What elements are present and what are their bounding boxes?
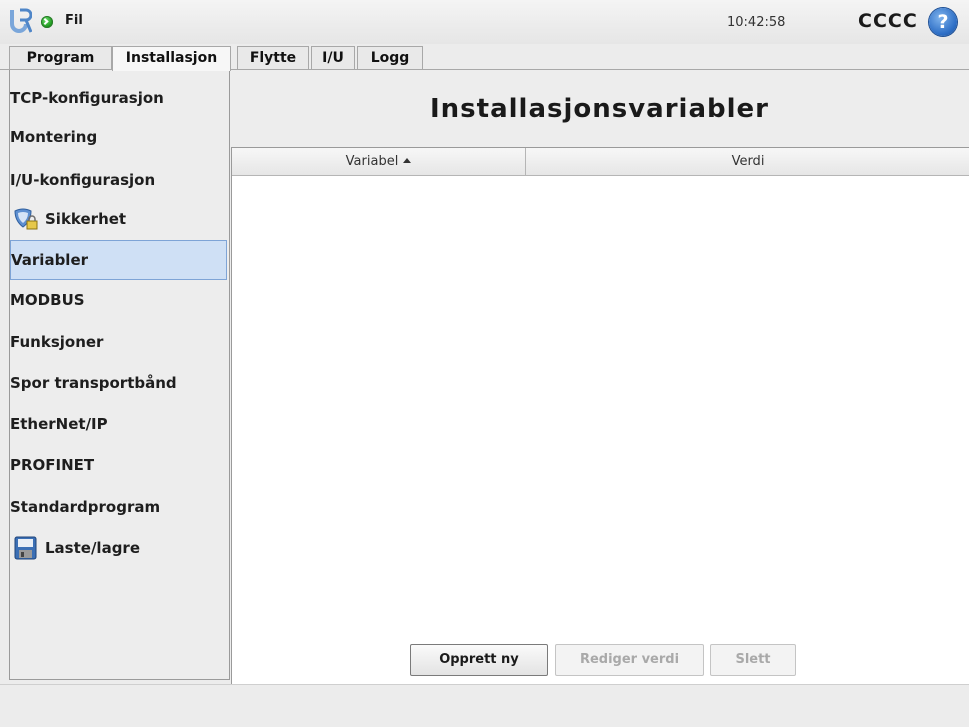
sidebar-item-label: Standardprogram bbox=[10, 498, 161, 516]
ur-logo-icon bbox=[10, 8, 32, 33]
table-header: Variabel Verdi bbox=[232, 148, 969, 176]
floppy-disk-icon bbox=[14, 536, 37, 560]
page-title: Installasjonsvariabler bbox=[430, 94, 769, 124]
sidebar-item-label: Variabler bbox=[11, 251, 89, 269]
sidebar-item-ethernet-ip[interactable]: EtherNet/IP bbox=[10, 406, 227, 442]
create-new-button[interactable]: Opprett ny bbox=[410, 644, 548, 676]
delete-button[interactable]: Slett bbox=[710, 644, 796, 676]
sidebar-item-mounting[interactable]: Montering bbox=[10, 119, 227, 155]
bottom-bar bbox=[0, 684, 969, 727]
action-buttons: Opprett ny Rediger verdi Slett bbox=[230, 644, 969, 680]
sidebar-item-load-save[interactable]: Laste/lagre bbox=[10, 530, 227, 566]
clock: 10:42:58 bbox=[727, 15, 786, 30]
sidebar-item-conveyor-tracking[interactable]: Spor transportbånd bbox=[10, 365, 227, 401]
main-panel: Installasjonsvariabler Variabel Verdi Op… bbox=[230, 70, 969, 709]
sidebar-item-label: PROFINET bbox=[10, 456, 95, 474]
sidebar-item-label: Sikkerhet bbox=[45, 210, 127, 228]
column-header-value[interactable]: Verdi bbox=[526, 148, 969, 175]
sidebar-item-profinet[interactable]: PROFINET bbox=[10, 447, 227, 483]
sidebar-item-label: Montering bbox=[10, 128, 98, 146]
robot-name: CCCC bbox=[858, 10, 918, 32]
sidebar-item-label: I/U-konfigurasjon bbox=[10, 171, 156, 189]
help-icon[interactable]: ? bbox=[929, 8, 957, 36]
sidebar-item-label: EtherNet/IP bbox=[10, 415, 108, 433]
sidebar-item-safety[interactable]: Sikkerhet bbox=[10, 201, 227, 237]
variables-table[interactable]: Variabel Verdi bbox=[231, 147, 969, 709]
tab-program[interactable]: Program bbox=[9, 46, 112, 69]
sidebar-item-label: Funksjoner bbox=[10, 333, 104, 351]
sidebar-item-tcp[interactable]: TCP-konfigurasjon bbox=[10, 80, 227, 116]
file-menu[interactable]: Fil bbox=[65, 13, 83, 28]
sidebar-item-modbus[interactable]: MODBUS bbox=[10, 282, 227, 318]
tab-logg[interactable]: Logg bbox=[357, 46, 423, 69]
edit-value-button[interactable]: Rediger verdi bbox=[555, 644, 704, 676]
tab-installasjon[interactable]: Installasjon bbox=[112, 46, 231, 71]
sidebar-item-io-setup[interactable]: I/U-konfigurasjon bbox=[10, 162, 227, 198]
sidebar-item-default-program[interactable]: Standardprogram bbox=[10, 489, 227, 525]
sidebar-item-label: TCP-konfigurasjon bbox=[10, 89, 164, 107]
tab-flytte[interactable]: Flytte bbox=[237, 46, 309, 69]
robot-status-icon[interactable] bbox=[41, 16, 53, 28]
column-header-label: Variabel bbox=[345, 154, 399, 169]
column-header-variable[interactable]: Variabel bbox=[232, 148, 526, 175]
sidebar-item-features[interactable]: Funksjoner bbox=[10, 324, 227, 360]
sidebar-item-label: Spor transportbånd bbox=[10, 374, 177, 392]
sidebar-item-label: MODBUS bbox=[10, 291, 85, 309]
installation-sidebar: TCP-konfigurasjon Montering I/U-konfigur… bbox=[9, 70, 230, 680]
main-tabs: Program Installasjon Flytte I/U Logg bbox=[0, 46, 969, 71]
top-bar: Fil 10:42:58 CCCC ? bbox=[0, 0, 969, 44]
sidebar-item-variables[interactable]: Variabler bbox=[10, 240, 227, 280]
sort-ascending-icon bbox=[403, 158, 412, 163]
safety-shield-lock-icon bbox=[14, 208, 38, 230]
tab-io[interactable]: I/U bbox=[311, 46, 355, 69]
sidebar-item-label: Laste/lagre bbox=[45, 539, 141, 557]
